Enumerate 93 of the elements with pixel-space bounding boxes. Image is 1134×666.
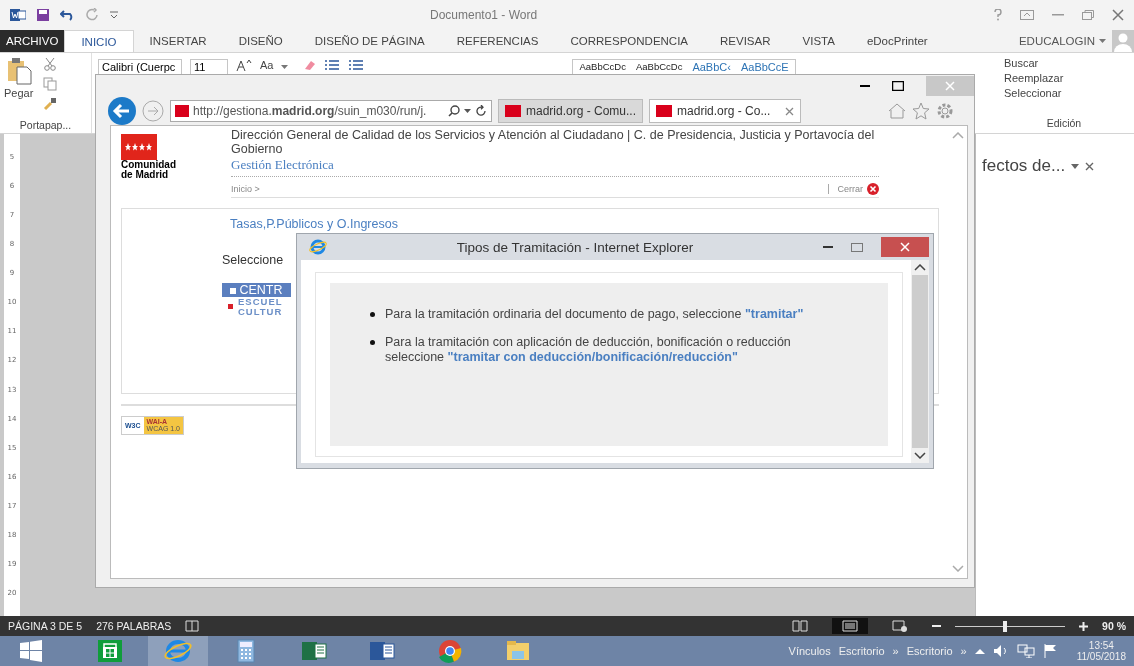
forward-icon[interactable]	[142, 100, 164, 122]
caret-icon[interactable]	[1099, 39, 1106, 43]
ribbon-tab[interactable]: INSERTAR	[133, 30, 223, 52]
close-icon[interactable]	[867, 182, 879, 195]
account-button[interactable]: EDUCALOGIN	[1018, 30, 1095, 52]
paste-button[interactable]: Pegar	[4, 87, 34, 99]
address-bar[interactable]: http://gestiona.madrid.org/suin_m030/run/j.	[170, 100, 492, 122]
bullet-icon	[370, 312, 375, 317]
close-icon[interactable]	[785, 106, 795, 116]
start-button-icon[interactable]	[20, 640, 42, 662]
ribbon-tab[interactable]: VISTA	[786, 30, 851, 52]
browser-tab[interactable]: madrid.org - Comu...	[498, 99, 644, 123]
proofing-icon[interactable]	[185, 620, 200, 632]
ribbon-tab[interactable]: DISEÑO DE PÁGINA	[298, 30, 441, 52]
word-count[interactable]: 276 PALABRAS	[96, 620, 172, 632]
ribbon-tab[interactable]: INICIO	[64, 30, 134, 52]
browser-tab[interactable]: madrid.org - Co...	[649, 99, 802, 123]
editing-command[interactable]: Buscar	[1004, 57, 1039, 69]
speaker-icon[interactable]	[992, 644, 1009, 658]
customize-dropdown-icon[interactable]	[110, 11, 118, 19]
section-title: Tasas,P.Públicos y O.Ingresos	[230, 216, 398, 231]
eraser-icon[interactable]	[302, 59, 317, 71]
group-label: Portapap...	[18, 119, 73, 131]
star-icon[interactable]	[912, 102, 930, 120]
print-layout-icon[interactable]	[832, 618, 869, 634]
zoom-in-icon[interactable]	[1079, 621, 1089, 631]
zoom-level[interactable]: 90 %	[1102, 620, 1126, 632]
redo-icon[interactable]	[86, 8, 100, 22]
help-icon[interactable]	[994, 9, 1002, 21]
close-button[interactable]	[881, 237, 929, 257]
grow-font-icon[interactable]	[236, 59, 252, 71]
word-app-icon[interactable]	[10, 8, 26, 22]
zoom-slider-thumb[interactable]	[1002, 620, 1007, 632]
save-icon[interactable]	[36, 8, 50, 22]
flag-icon[interactable]	[1042, 644, 1057, 658]
cut-icon[interactable]	[43, 57, 58, 71]
logo-icon	[121, 134, 157, 160]
close-link[interactable]: Cerrar	[828, 183, 863, 194]
instruction-text: Para la tramitación ordinaria del documento de pago, seleccione "tramitar"	[385, 307, 804, 322]
scroll-down-icon[interactable]	[914, 452, 926, 459]
ribbon-tab[interactable]: CORRESPONDENCIA	[554, 30, 705, 52]
favicon-icon	[175, 105, 189, 117]
action-link[interactable]: "tramitar con deducción/bonificación/reducción"	[447, 349, 738, 364]
show-hidden-icons-icon[interactable]	[974, 648, 985, 654]
favicon-icon	[505, 105, 521, 117]
paste-icon[interactable]	[5, 57, 32, 85]
refresh-icon[interactable]	[475, 105, 487, 117]
editing-command[interactable]: Seleccionar	[1004, 87, 1062, 99]
action-link[interactable]: "tramitar"	[744, 307, 804, 321]
browser-logo-icon	[309, 239, 327, 255]
editing-command[interactable]: Reemplazar	[1004, 72, 1064, 84]
file-tab[interactable]: ARCHIVO	[0, 30, 65, 52]
bullet-icon	[230, 287, 236, 294]
dialog-title: Tipos de Tramitación - Internet Explorer	[455, 239, 695, 255]
network-icon[interactable]	[1016, 644, 1035, 658]
format-painter-icon[interactable]	[43, 97, 58, 111]
maximize-icon[interactable]	[892, 81, 904, 91]
logo-text: Comunidad de Madrid	[121, 160, 177, 180]
restore-icon[interactable]	[1082, 10, 1094, 20]
scrollbar[interactable]	[911, 260, 929, 463]
caret-icon[interactable]	[464, 109, 471, 113]
group-label: Edición	[1046, 117, 1082, 129]
ribbon-tab[interactable]: eDocPrinter	[850, 30, 944, 52]
ribbon-display-icon[interactable]	[1020, 10, 1034, 20]
caret-icon[interactable]	[281, 65, 289, 69]
page-count[interactable]: PÁGINA 3 DE 5	[8, 620, 83, 632]
instruction-text: Para la tramitación con aplicación de deducción, bonificación o reducción seleccione "tramitar con deducción/bonificación/reducción"	[385, 335, 792, 365]
scroll-up-icon[interactable]	[914, 264, 926, 271]
breadcrumb-link[interactable]: Inicio >	[231, 183, 260, 194]
bullet-list-icon[interactable]	[324, 59, 341, 71]
ribbon-tab[interactable]: REFERENCIAS	[440, 30, 555, 52]
caret-icon[interactable]	[1071, 163, 1080, 169]
pane-title: fectos de...	[982, 156, 1066, 176]
instruction-text: Seleccione	[222, 252, 284, 267]
taskbar-toolbar-label[interactable]: »	[892, 645, 899, 657]
bullet-icon	[228, 304, 233, 310]
close-icon[interactable]	[1112, 9, 1124, 21]
taskbar-toolbar-label[interactable]: »	[960, 645, 967, 657]
back-icon[interactable]	[108, 97, 136, 125]
ribbon-tab[interactable]: DISEÑO	[222, 30, 299, 52]
settings-icon[interactable]	[936, 102, 954, 120]
bullet-icon	[370, 340, 375, 346]
window-title: Documento1 - Word	[430, 8, 539, 22]
menu-header[interactable]: CENTR	[222, 282, 291, 297]
close-icon[interactable]	[1085, 161, 1095, 171]
favicon-icon	[656, 105, 673, 117]
ribbon-tab[interactable]: REVISAR	[704, 30, 787, 52]
change-case-button[interactable]: Aa	[260, 59, 274, 71]
page-subtitle: Gestión Electrónica	[231, 156, 879, 177]
copy-icon[interactable]	[43, 77, 58, 91]
page-heading: Dirección General de Calidad de los Servicios y Atención al Ciudadano | C. de Presidencia, Justicia y Portavocía del Gobierno	[231, 128, 876, 157]
home-icon[interactable]	[888, 103, 906, 119]
search-icon[interactable]	[448, 105, 460, 117]
